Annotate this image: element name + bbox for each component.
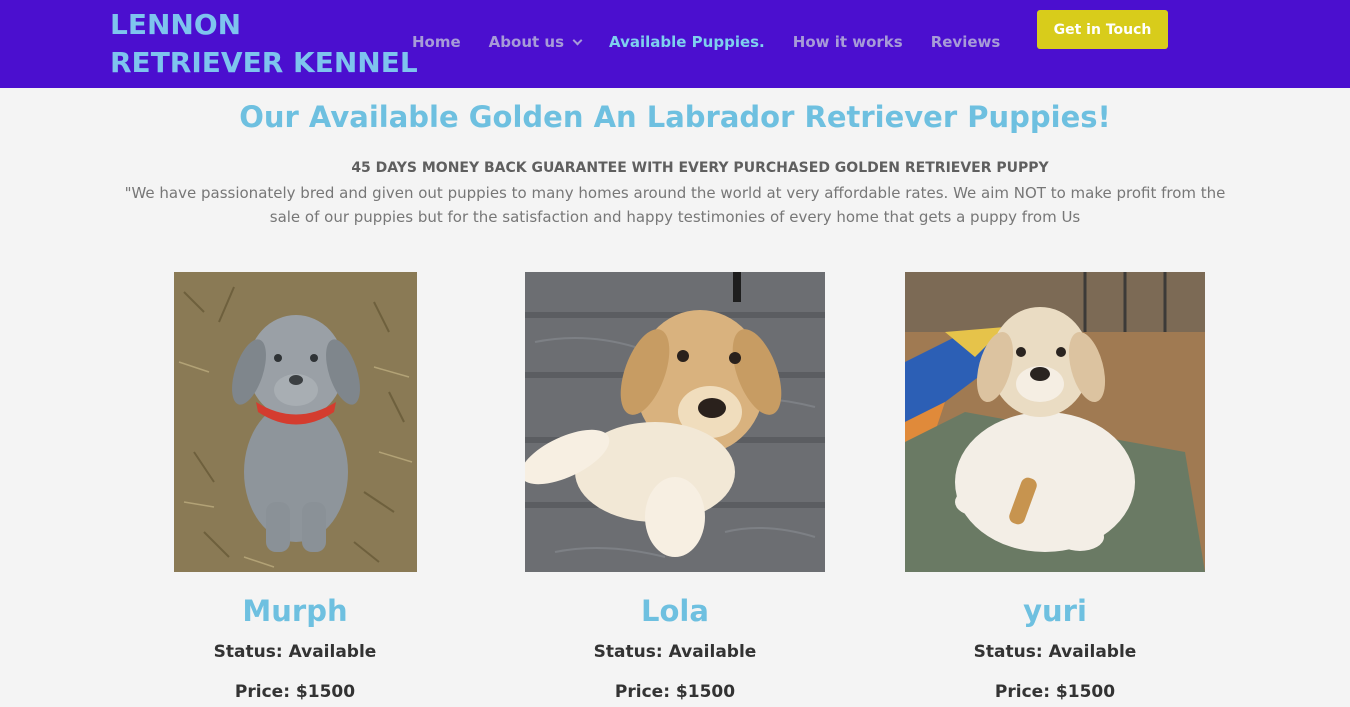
nav-reviews-label: Reviews: [930, 33, 1001, 51]
puppy-photo-murph[interactable]: [173, 272, 417, 572]
nav-about-us-label: About us: [488, 33, 565, 51]
nav-available-puppies[interactable]: Available Puppies.: [609, 33, 765, 51]
logo-line-2[interactable]: RETRIEVER KENNEL: [110, 44, 418, 82]
nav-how-it-works[interactable]: How it works: [793, 33, 903, 51]
nav-available-puppies-label: Available Puppies.: [609, 33, 765, 51]
page-title: Our Available Golden An Labrador Retriev…: [239, 100, 1111, 134]
logo-line-1[interactable]: LENNON: [110, 6, 418, 44]
puppy-status: Status: Available: [213, 642, 377, 662]
puppy-price: Price: $1500: [234, 682, 356, 702]
nav-home[interactable]: Home: [412, 33, 461, 51]
site-header: LENNON RETRIEVER KENNEL Home About us Av…: [0, 0, 1350, 88]
puppy-name[interactable]: Murph: [145, 592, 445, 630]
puppy-price: Price: $1500: [614, 682, 736, 702]
site-logo[interactable]: LENNON RETRIEVER KENNEL: [110, 6, 418, 82]
puppy-card-murph: Murph Status: Available Price: $1500: [145, 272, 445, 704]
nav-how-it-works-label: How it works: [792, 33, 903, 51]
puppy-status: Status: Available: [593, 642, 757, 662]
puppy-card-lola: Lola Status: Available Price: $1500: [525, 272, 825, 704]
main-nav: Home About us Available Puppies. How it …: [412, 33, 1028, 51]
nav-about-us[interactable]: About us: [488, 33, 583, 51]
puppy-price: Price: $1500: [994, 682, 1116, 702]
chevron-down-icon: [572, 35, 583, 45]
description-text: "We have passionately bred and given out…: [124, 184, 1226, 226]
puppy-status: Status: Available: [973, 642, 1137, 662]
get-in-touch-button[interactable]: Get in Touch: [1037, 10, 1168, 49]
puppy-photo-yuri[interactable]: [905, 272, 1205, 572]
nav-home-label: Home: [412, 33, 461, 51]
puppy-photo-lola[interactable]: [525, 272, 825, 572]
puppy-name[interactable]: Lola: [525, 592, 825, 630]
puppy-name[interactable]: yuri: [905, 592, 1205, 630]
puppy-card-yuri: yuri Status: Available Price: $1500: [905, 272, 1205, 704]
nav-reviews[interactable]: Reviews: [931, 33, 1001, 51]
guarantee-text: 45 DAYS MONEY BACK GUARANTEE WITH EVERY …: [351, 160, 1049, 176]
